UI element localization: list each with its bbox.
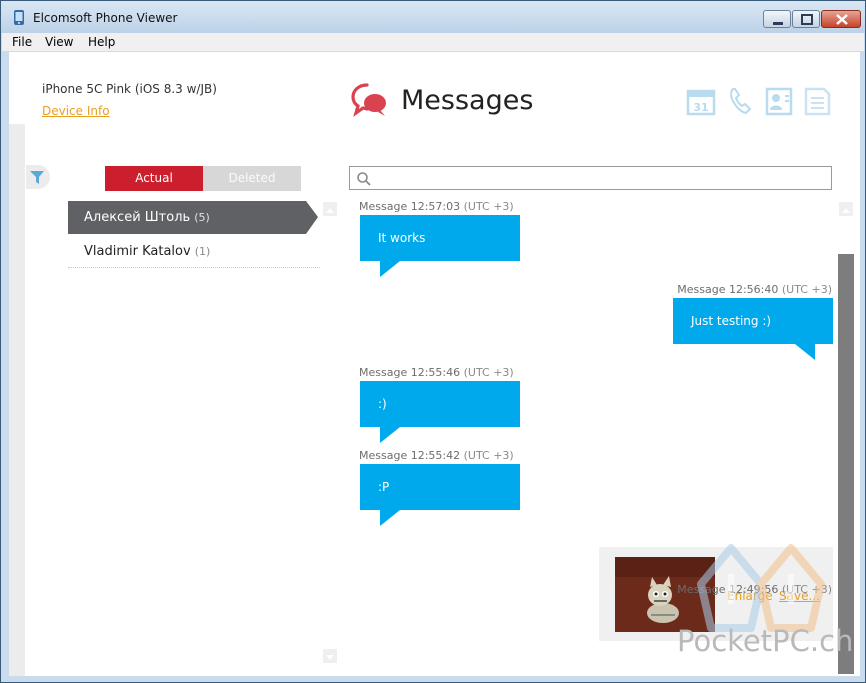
message-bubble[interactable]: It works — [360, 215, 520, 261]
bubble-tail — [380, 427, 400, 443]
maximize-icon — [801, 14, 813, 25]
messages-icon — [351, 83, 386, 117]
tab-deleted[interactable]: Deleted — [203, 166, 301, 191]
close-button[interactable] — [821, 10, 861, 28]
chevron-up-icon — [842, 208, 850, 213]
message-bubble[interactable]: :) — [360, 381, 520, 427]
search-input[interactable] — [349, 166, 832, 190]
message-timestamp: Message 12:55:46 (UTC +3) — [359, 366, 514, 379]
tab-actual[interactable]: Actual — [105, 166, 203, 191]
device-info-link[interactable]: Device Info — [42, 104, 110, 118]
bubble-tail — [380, 261, 400, 277]
left-panel-strip — [9, 124, 25, 676]
contact-item[interactable]: Vladimir Katalov (1) — [68, 235, 320, 268]
watermark-logo — [697, 544, 825, 632]
page-title: Messages — [401, 85, 534, 116]
contact-count: (1) — [194, 245, 211, 258]
contacts-scroll-up[interactable] — [323, 202, 337, 216]
search-icon — [357, 172, 371, 186]
messages-scrollbar-thumb[interactable] — [838, 254, 854, 674]
filter-button[interactable] — [26, 165, 50, 189]
contact-item[interactable]: Алексей Штоль (5) — [68, 201, 318, 234]
menu-bar: File View Help — [2, 33, 864, 52]
close-icon — [836, 14, 848, 25]
message-bubble[interactable]: Just testing :) — [673, 298, 833, 344]
bubble-tail — [795, 344, 815, 360]
menu-file[interactable]: File — [12, 35, 32, 49]
watermark-text: PocketPC.ch — [677, 624, 854, 658]
maximize-button[interactable] — [792, 10, 820, 28]
contact-name: Алексей Штоль — [84, 210, 191, 225]
contacts-scroll-down[interactable] — [323, 649, 337, 663]
message-timestamp: Message 12:57:03 (UTC +3) — [359, 200, 514, 213]
window-title: Elcomsoft Phone Viewer — [33, 11, 178, 25]
message-timestamp: Message 12:55:42 (UTC +3) — [359, 449, 514, 462]
minimize-button[interactable] — [763, 10, 791, 28]
contact-name: Vladimir Katalov — [84, 244, 191, 259]
message-bubble[interactable]: :P — [360, 464, 520, 510]
contact-count: (5) — [194, 211, 210, 224]
chevron-up-icon — [326, 208, 334, 213]
device-name: iPhone 5C Pink (iOS 8.3 w/JB) — [42, 82, 217, 96]
calendar-icon[interactable]: 31 — [686, 86, 716, 116]
phone-icon[interactable] — [726, 86, 756, 116]
notes-icon[interactable] — [802, 86, 832, 116]
minimize-icon — [773, 22, 783, 25]
app-window: Elcomsoft Phone Viewer File View Help iP… — [0, 0, 866, 683]
bubble-tail — [380, 510, 400, 526]
contacts-icon[interactable] — [764, 86, 794, 116]
message-timestamp: Message 12:56:40 (UTC +3) — [677, 283, 832, 296]
title-bar[interactable]: Elcomsoft Phone Viewer — [1, 1, 865, 33]
chevron-down-icon — [326, 655, 334, 660]
messages-scroll-up[interactable] — [839, 202, 853, 216]
menu-view[interactable]: View — [45, 35, 73, 49]
menu-help[interactable]: Help — [88, 35, 115, 49]
phone-app-icon — [14, 10, 24, 25]
filter-icon — [30, 171, 44, 184]
svg-text:31: 31 — [693, 101, 708, 114]
main-content: iPhone 5C Pink (iOS 8.3 w/JB) Device Inf… — [9, 52, 860, 676]
